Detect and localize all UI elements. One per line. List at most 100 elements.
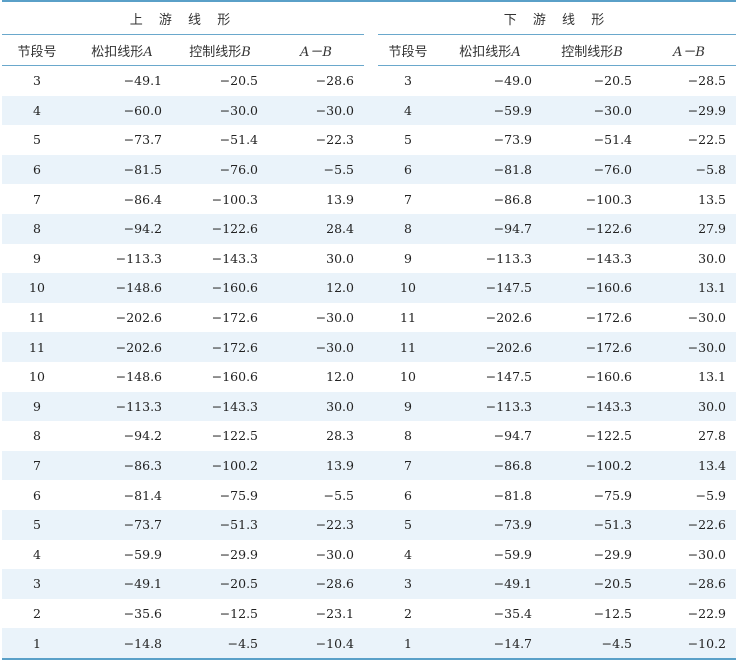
cell-downstream-control: −51.3 — [542, 509, 642, 540]
table-row: 3 −49.1 −20.5 −28.6 3 −49.0 −20.5 −28.5 — [2, 66, 736, 96]
cell-downstream-control: −75.9 — [593, 487, 632, 503]
cell-downstream-control: −172.6 — [542, 332, 642, 362]
cell-upstream-diff: −23.1 — [315, 605, 354, 621]
cell-upstream-diff: −5.5 — [268, 154, 364, 185]
cell-upstream-segment: 1 — [2, 628, 72, 660]
cell-upstream-diff: −30.0 — [315, 546, 354, 562]
cell-downstream-control: −143.3 — [585, 250, 632, 266]
cell-downstream-loose: −81.8 — [438, 154, 542, 185]
cell-downstream-diff: 13.1 — [642, 273, 736, 303]
cell-upstream-control: −143.3 — [172, 391, 268, 422]
col-header-loose-upstream: 松扣线形A — [72, 34, 172, 66]
cell-upstream-control: −75.9 — [219, 487, 258, 503]
cell-upstream-control: −20.5 — [219, 73, 258, 89]
cell-upstream-control: −30.0 — [172, 95, 268, 126]
cell-downstream-segment: 5 — [404, 132, 412, 148]
cell-upstream-loose: −94.2 — [123, 428, 162, 444]
cell-downstream-diff: 13.1 — [698, 369, 726, 385]
cell-upstream-segment: 8 — [33, 428, 41, 444]
cell-downstream-loose: −113.3 — [485, 250, 532, 266]
cell-downstream-diff: 30.0 — [698, 250, 726, 266]
cell-upstream-segment: 10 — [2, 273, 72, 303]
col-header-segment-downstream: 节段号 — [378, 34, 438, 66]
table-row: 7 −86.3 −100.2 13.9 7 −86.8 −100.2 13.4 — [2, 450, 736, 481]
cell-downstream-loose: −73.9 — [493, 132, 532, 148]
table-row: 7 −86.4 −100.3 13.9 7 −86.8 −100.3 13.5 — [2, 184, 736, 214]
cell-downstream-control: −4.5 — [542, 628, 642, 660]
cell-downstream-diff: −29.9 — [642, 95, 736, 126]
table-row: 5 −73.7 −51.4 −22.3 5 −73.9 −51.4 −22.5 — [2, 125, 736, 155]
cell-upstream-segment: 10 — [29, 369, 45, 385]
cell-upstream-control: −29.9 — [219, 546, 258, 562]
cell-upstream-loose: −81.5 — [72, 154, 172, 185]
cell-downstream-segment: 11 — [378, 332, 438, 362]
cell-downstream-segment: 10 — [400, 369, 416, 385]
cell-upstream-control: −4.5 — [172, 628, 268, 660]
table-row: 2 −35.6 −12.5 −23.1 2 −35.4 −12.5 −22.9 — [2, 599, 736, 629]
cell-upstream-segment: 4 — [2, 95, 72, 126]
cell-upstream-control: −51.4 — [219, 132, 258, 148]
cell-downstream-loose: −202.6 — [485, 310, 532, 326]
cell-upstream-loose: −86.4 — [123, 191, 162, 207]
table-row: 6 −81.4 −75.9 −5.5 6 −81.8 −75.9 −5.9 — [2, 480, 736, 510]
cell-downstream-control: −29.9 — [593, 546, 632, 562]
linearity-table-page: 上 游 线 形 下 游 线 形 节段号 松扣线形A 控制线形B A－B 节段号 … — [0, 0, 738, 660]
cell-upstream-segment: 6 — [2, 154, 72, 185]
cell-upstream-loose: −14.8 — [72, 628, 172, 660]
cell-upstream-control: −20.5 — [172, 569, 268, 599]
cell-downstream-segment: 7 — [404, 191, 412, 207]
cell-downstream-segment: 3 — [404, 73, 412, 89]
cell-upstream-loose: −94.2 — [72, 213, 172, 244]
cell-upstream-control: −122.5 — [211, 428, 258, 444]
cell-downstream-control: −143.3 — [542, 391, 642, 422]
cell-upstream-diff: −30.0 — [268, 95, 364, 126]
cell-downstream-segment: 8 — [404, 428, 412, 444]
cell-downstream-loose: −113.3 — [438, 391, 542, 422]
cell-upstream-diff: −10.4 — [268, 628, 364, 660]
cell-downstream-diff: −28.5 — [687, 73, 726, 89]
cell-upstream-control: −172.6 — [211, 310, 258, 326]
col-header-loose-downstream: 松扣线形A — [438, 34, 542, 66]
cell-downstream-segment: 1 — [378, 628, 438, 660]
cell-downstream-diff: −5.8 — [642, 154, 736, 185]
cell-upstream-segment: 8 — [2, 213, 72, 244]
cell-upstream-loose: −86.3 — [72, 450, 172, 481]
cell-downstream-control: −51.4 — [593, 132, 632, 148]
cell-downstream-loose: −59.9 — [438, 95, 542, 126]
cell-downstream-loose: −202.6 — [438, 332, 542, 362]
col-header-segment-upstream: 节段号 — [2, 34, 72, 66]
cell-downstream-diff: 13.5 — [698, 191, 726, 207]
cell-upstream-diff: 13.9 — [268, 450, 364, 481]
cell-downstream-loose: −81.8 — [493, 487, 532, 503]
cell-downstream-segment: 11 — [400, 310, 416, 326]
cell-upstream-control: −51.3 — [172, 509, 268, 540]
cell-downstream-control: −160.6 — [585, 369, 632, 385]
table-body: 3 −49.1 −20.5 −28.6 3 −49.0 −20.5 −28.5 4 −60.0−… — [2, 66, 736, 660]
cell-downstream-segment: 3 — [378, 569, 438, 599]
table-row: 9 −113.3 −143.3 30.0 9 −113.3 −143.3 30.0 — [2, 244, 736, 274]
cell-upstream-control: −160.6 — [172, 273, 268, 303]
cell-upstream-loose: −35.6 — [123, 605, 162, 621]
cell-downstream-diff: 30.0 — [642, 391, 736, 422]
downstream-group-header: 下 游 线 形 — [378, 2, 736, 35]
cell-downstream-control: −20.5 — [593, 73, 632, 89]
cell-downstream-diff: −22.5 — [687, 132, 726, 148]
cell-downstream-diff: 27.9 — [642, 213, 736, 244]
cell-upstream-segment: 5 — [33, 132, 41, 148]
cell-upstream-diff: −28.6 — [268, 569, 364, 599]
cell-upstream-diff: 30.0 — [326, 250, 354, 266]
table-row: 5 −73.7 −51.3 −22.3 5 −73.9 −51.3 −22.6 — [2, 509, 736, 540]
cell-downstream-segment: 9 — [378, 391, 438, 422]
cell-upstream-loose: −49.1 — [72, 569, 172, 599]
cell-downstream-diff: −30.0 — [687, 546, 726, 562]
cell-downstream-diff: −22.9 — [687, 605, 726, 621]
cell-upstream-diff: −30.0 — [268, 332, 364, 362]
cell-downstream-control: −20.5 — [542, 569, 642, 599]
cell-downstream-control: −122.5 — [585, 428, 632, 444]
cell-downstream-loose: −147.5 — [438, 273, 542, 303]
cell-upstream-loose: −113.3 — [115, 250, 162, 266]
cell-downstream-diff: −30.0 — [687, 310, 726, 326]
cell-downstream-segment: 10 — [378, 273, 438, 303]
table-row: 10 −148.6 −160.6 12.0 10 −147.5 −160.6 13.1 — [2, 362, 736, 392]
cell-downstream-diff: −5.9 — [695, 487, 726, 503]
